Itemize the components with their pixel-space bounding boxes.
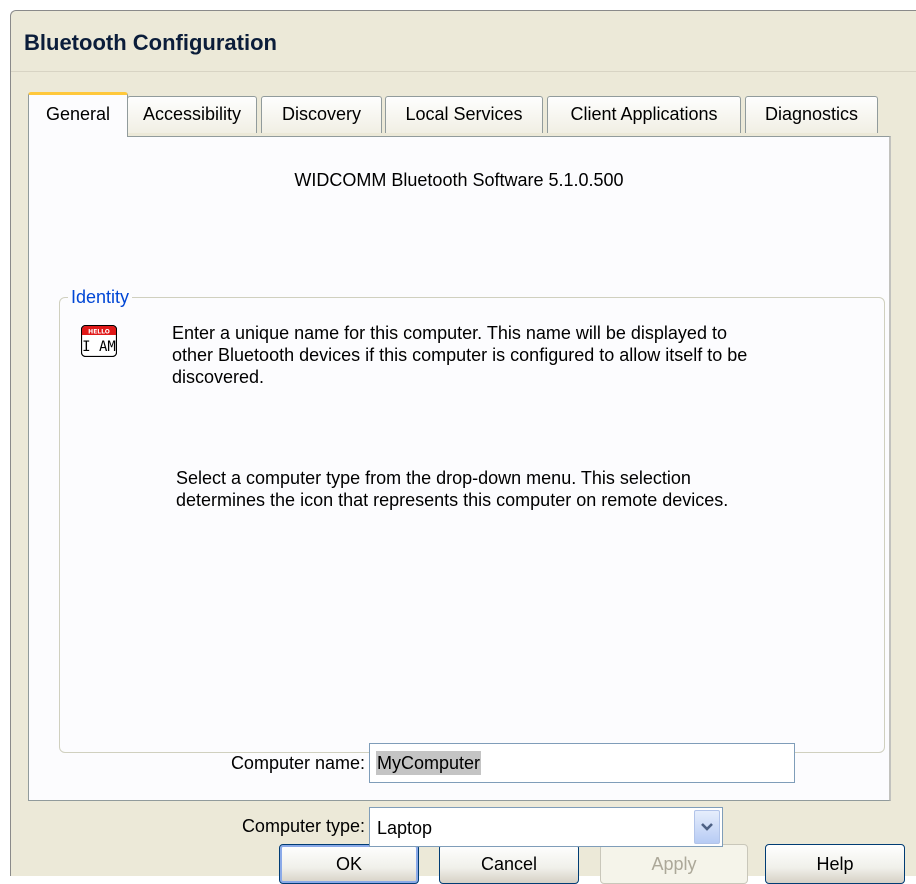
- computer-type-help: Select a computer type from the drop-dow…: [176, 467, 728, 511]
- computer-name-value: MyComputer: [376, 751, 482, 775]
- dialog-window: Bluetooth Configuration General Accessib…: [10, 10, 916, 884]
- computer-type-value: Laptop: [377, 818, 433, 838]
- computer-type-help-line: determines the icon that represents this…: [176, 490, 729, 510]
- help-button[interactable]: Help: [765, 844, 905, 884]
- svg-text:HELLO: HELLO: [88, 329, 110, 336]
- computer-type-select[interactable]: Laptop: [369, 807, 723, 847]
- tab-local-services[interactable]: Local Services: [385, 96, 543, 133]
- computer-name-input[interactable]: MyComputer: [369, 743, 795, 783]
- tab-discovery[interactable]: Discovery: [261, 96, 382, 133]
- tab-diagnostics[interactable]: Diagnostics: [745, 96, 878, 133]
- identity-legend: Identity: [68, 285, 133, 309]
- computer-type-help-line: Select a computer type from the drop-dow…: [176, 468, 691, 488]
- tab-accessibility[interactable]: Accessibility: [127, 96, 257, 133]
- identity-description-line: discovered.: [172, 367, 265, 387]
- computer-type-label: Computer type:: [241, 816, 365, 836]
- title-bar[interactable]: Bluetooth Configuration: [11, 11, 916, 72]
- chevron-down-icon: [701, 823, 713, 831]
- cancel-button[interactable]: Cancel: [439, 844, 579, 884]
- window-title: Bluetooth Configuration: [24, 30, 277, 55]
- ok-button[interactable]: OK: [279, 844, 419, 884]
- tab-client-applications[interactable]: Client Applications: [547, 96, 741, 133]
- identity-description: Enter a unique name for this computer. T…: [172, 322, 747, 388]
- tab-general[interactable]: General: [28, 92, 128, 137]
- identity-groupbox: Identity HELLO I AM Enter a unique name …: [59, 285, 885, 847]
- dropdown-button[interactable]: [694, 810, 720, 844]
- iam-nametag-icon: HELLO I AM: [80, 324, 118, 358]
- identity-description-line: other Bluetooth devices if this computer…: [172, 345, 748, 365]
- svg-text:I AM: I AM: [82, 339, 116, 355]
- computer-name-label: Computer name:: [230, 753, 365, 773]
- identity-description-line: Enter a unique name for this computer. T…: [172, 323, 727, 343]
- software-version-label: WIDCOMM Bluetooth Software 5.1.0.500: [294, 170, 624, 190]
- apply-button[interactable]: Apply: [600, 844, 748, 884]
- tab-panel-general: WIDCOMM Bluetooth Software 5.1.0.500 Ide…: [28, 136, 891, 847]
- tab-strip: General Accessibility Discovery Local Se…: [28, 92, 908, 137]
